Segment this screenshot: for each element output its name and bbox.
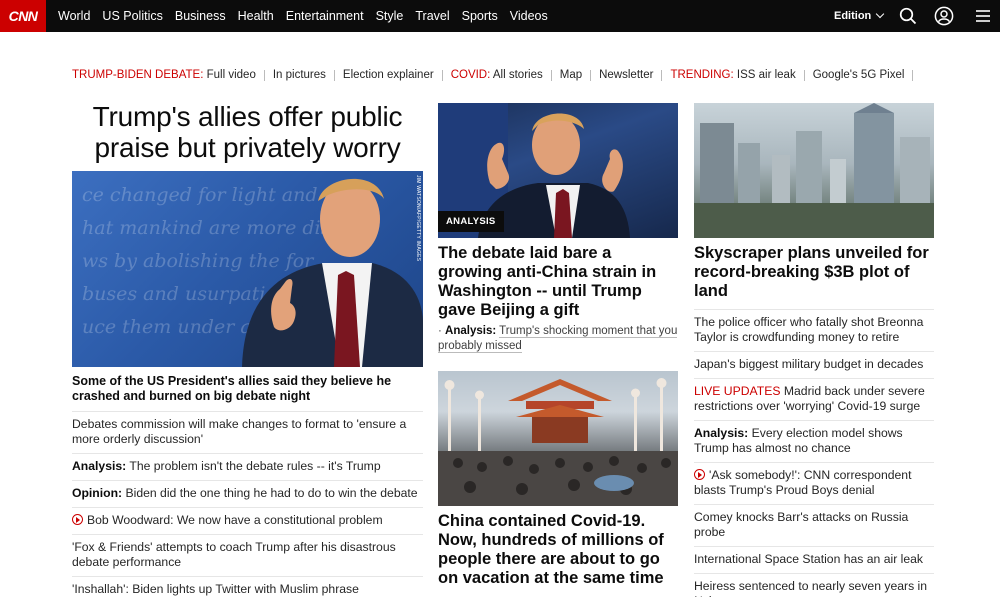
- nav-link-us-politics[interactable]: US Politics: [102, 9, 162, 23]
- list-item[interactable]: 'Inshallah': Biden lights up Twitter wit…: [72, 576, 423, 597]
- ticker-item[interactable]: In pictures: [273, 69, 326, 81]
- list-item[interactable]: Analysis: Every election model shows Tru…: [694, 420, 934, 462]
- nav-link-business[interactable]: Business: [175, 9, 226, 23]
- live-updates-label: LIVE UPDATES: [694, 384, 781, 398]
- list-item[interactable]: Comey knocks Barr's attacks on Russia pr…: [694, 504, 934, 546]
- pavilion-crowd-photo: [438, 378, 678, 506]
- lead-caption[interactable]: Some of the US President's allies said t…: [72, 374, 423, 404]
- nav-link-videos[interactable]: Videos: [510, 9, 548, 23]
- search-icon[interactable]: [898, 6, 918, 26]
- story-sub-link[interactable]: · Analysis: Trump's shocking moment that…: [438, 324, 678, 354]
- right-column: Skyscraper plans unveiled for record-bre…: [694, 100, 934, 597]
- edition-label: Edition: [834, 10, 872, 22]
- item-text: Bob Woodward: We now have a constitution…: [87, 513, 383, 527]
- divider: [803, 69, 805, 81]
- list-item[interactable]: Heiress sentenced to nearly seven years …: [694, 573, 934, 597]
- item-text: Japan's biggest military budget in decad…: [694, 357, 924, 371]
- edition-selector[interactable]: Edition: [834, 0, 885, 32]
- list-item[interactable]: Debates commission will make changes to …: [72, 411, 423, 453]
- item-text: 'Inshallah': Biden lights up Twitter wit…: [72, 582, 359, 596]
- ticker-item[interactable]: Map: [560, 69, 582, 81]
- item-text: 'Ask somebody!': CNN correspondent blast…: [694, 468, 912, 497]
- lead-related-list: Debates commission will make changes to …: [72, 411, 423, 597]
- item-text: Debates commission will make changes to …: [72, 417, 407, 446]
- section-nav: World US Politics Business Health Entert…: [58, 0, 560, 32]
- ticker-label: COVID:: [450, 69, 491, 81]
- ticker-item[interactable]: COVID: All stories: [451, 69, 543, 81]
- ticker-item[interactable]: Google's 5G Pixel: [813, 69, 905, 81]
- top-nav-bar: CNN World US Politics Business Health En…: [0, 0, 1000, 32]
- item-text: Biden did the one thing he had to do to …: [125, 486, 418, 500]
- cnn-logo[interactable]: CNN: [0, 0, 46, 32]
- item-text: Heiress sentenced to nearly seven years …: [694, 579, 928, 597]
- trending-ticker: TRUMP-BIDEN DEBATE: Full video In pictur…: [72, 67, 921, 83]
- list-item[interactable]: Opinion: Biden did the one thing he had …: [72, 480, 423, 507]
- list-item[interactable]: Japan's biggest military budget in decad…: [694, 351, 934, 378]
- speaker-photo: [242, 178, 423, 367]
- debate-story-image[interactable]: ANALYSIS: [438, 103, 678, 238]
- divider: [661, 69, 663, 81]
- sub-prefix: Analysis:: [445, 325, 497, 337]
- item-text: The problem isn't the debate rules -- it…: [129, 459, 381, 473]
- story-title[interactable]: The debate laid bare a growing anti-Chin…: [438, 244, 678, 320]
- item-text: International Space Station has an air l…: [694, 552, 924, 566]
- list-item[interactable]: 'Ask somebody!': CNN correspondent blast…: [694, 462, 934, 504]
- nav-link-style[interactable]: Style: [376, 9, 404, 23]
- list-item[interactable]: LIVE UPDATES Madrid back under severe re…: [694, 378, 934, 420]
- list-item[interactable]: The police officer who fatally shot Breo…: [694, 309, 934, 351]
- item-prefix: Opinion:: [72, 486, 123, 500]
- divider: [263, 69, 265, 81]
- right-headline-list: The police officer who fatally shot Breo…: [694, 309, 934, 597]
- lead-story-image[interactable]: ce changed for light and tru hat mankind …: [72, 171, 423, 367]
- nav-link-entertainment[interactable]: Entertainment: [286, 9, 364, 23]
- story-title[interactable]: Skyscraper plans unveiled for record-bre…: [694, 244, 934, 301]
- item-text: 'Fox & Friends' attempts to coach Trump …: [72, 540, 396, 569]
- nav-link-world[interactable]: World: [58, 9, 90, 23]
- item-prefix: Analysis:: [694, 426, 749, 440]
- divider: [590, 69, 592, 81]
- item-prefix: Analysis:: [72, 459, 127, 473]
- headline-line: praise but privately worry: [94, 132, 401, 163]
- item-text: Comey knocks Barr's attacks on Russia pr…: [694, 510, 909, 539]
- headline-line: Trump's allies offer public: [92, 101, 403, 132]
- skyline-photo: [694, 103, 934, 238]
- ticker-text: Full video: [206, 69, 256, 81]
- list-item[interactable]: Analysis: The problem isn't the debate r…: [72, 453, 423, 480]
- ticker-label: TRENDING:: [670, 69, 734, 81]
- divider: [333, 69, 335, 81]
- chevron-down-icon: [876, 9, 885, 19]
- list-item[interactable]: International Space Station has an air l…: [694, 546, 934, 573]
- ticker-item[interactable]: Newsletter: [599, 69, 653, 81]
- play-video-icon: [694, 469, 705, 480]
- ticker-label: TRUMP-BIDEN DEBATE:: [72, 69, 204, 81]
- menu-icon[interactable]: [973, 6, 993, 26]
- analysis-badge: ANALYSIS: [438, 211, 504, 232]
- item-text: The police officer who fatally shot Breo…: [694, 315, 924, 344]
- nav-link-travel[interactable]: Travel: [415, 9, 449, 23]
- ticker-item[interactable]: Election explainer: [343, 69, 434, 81]
- ticker-text: All stories: [492, 69, 543, 81]
- skyscraper-image[interactable]: [694, 103, 934, 238]
- ticker-item[interactable]: TRUMP-BIDEN DEBATE: Full video: [72, 69, 256, 81]
- divider: [441, 69, 443, 81]
- china-vacation-image[interactable]: [438, 371, 678, 506]
- account-icon[interactable]: [934, 6, 954, 26]
- lead-story-column: Trump's allies offer public praise but p…: [72, 100, 423, 597]
- divider: [550, 69, 552, 81]
- list-item[interactable]: 'Fox & Friends' attempts to coach Trump …: [72, 534, 423, 576]
- ticker-item[interactable]: TRENDING: ISS air leak: [670, 69, 795, 81]
- nav-link-sports[interactable]: Sports: [462, 9, 498, 23]
- nav-link-health[interactable]: Health: [238, 9, 274, 23]
- play-video-icon: [72, 514, 83, 525]
- story-title[interactable]: China contained Covid-19. Now, hundreds …: [438, 512, 678, 588]
- middle-column: ANALYSIS The debate laid bare a growing …: [438, 100, 678, 588]
- lead-headline[interactable]: Trump's allies offer public praise but p…: [72, 101, 423, 163]
- list-item[interactable]: Bob Woodward: We now have a constitution…: [72, 507, 423, 534]
- divider: [912, 69, 914, 81]
- ticker-text: ISS air leak: [736, 69, 796, 81]
- image-credit: JIM WATSON/AFP/GETTY IMAGES: [415, 175, 421, 262]
